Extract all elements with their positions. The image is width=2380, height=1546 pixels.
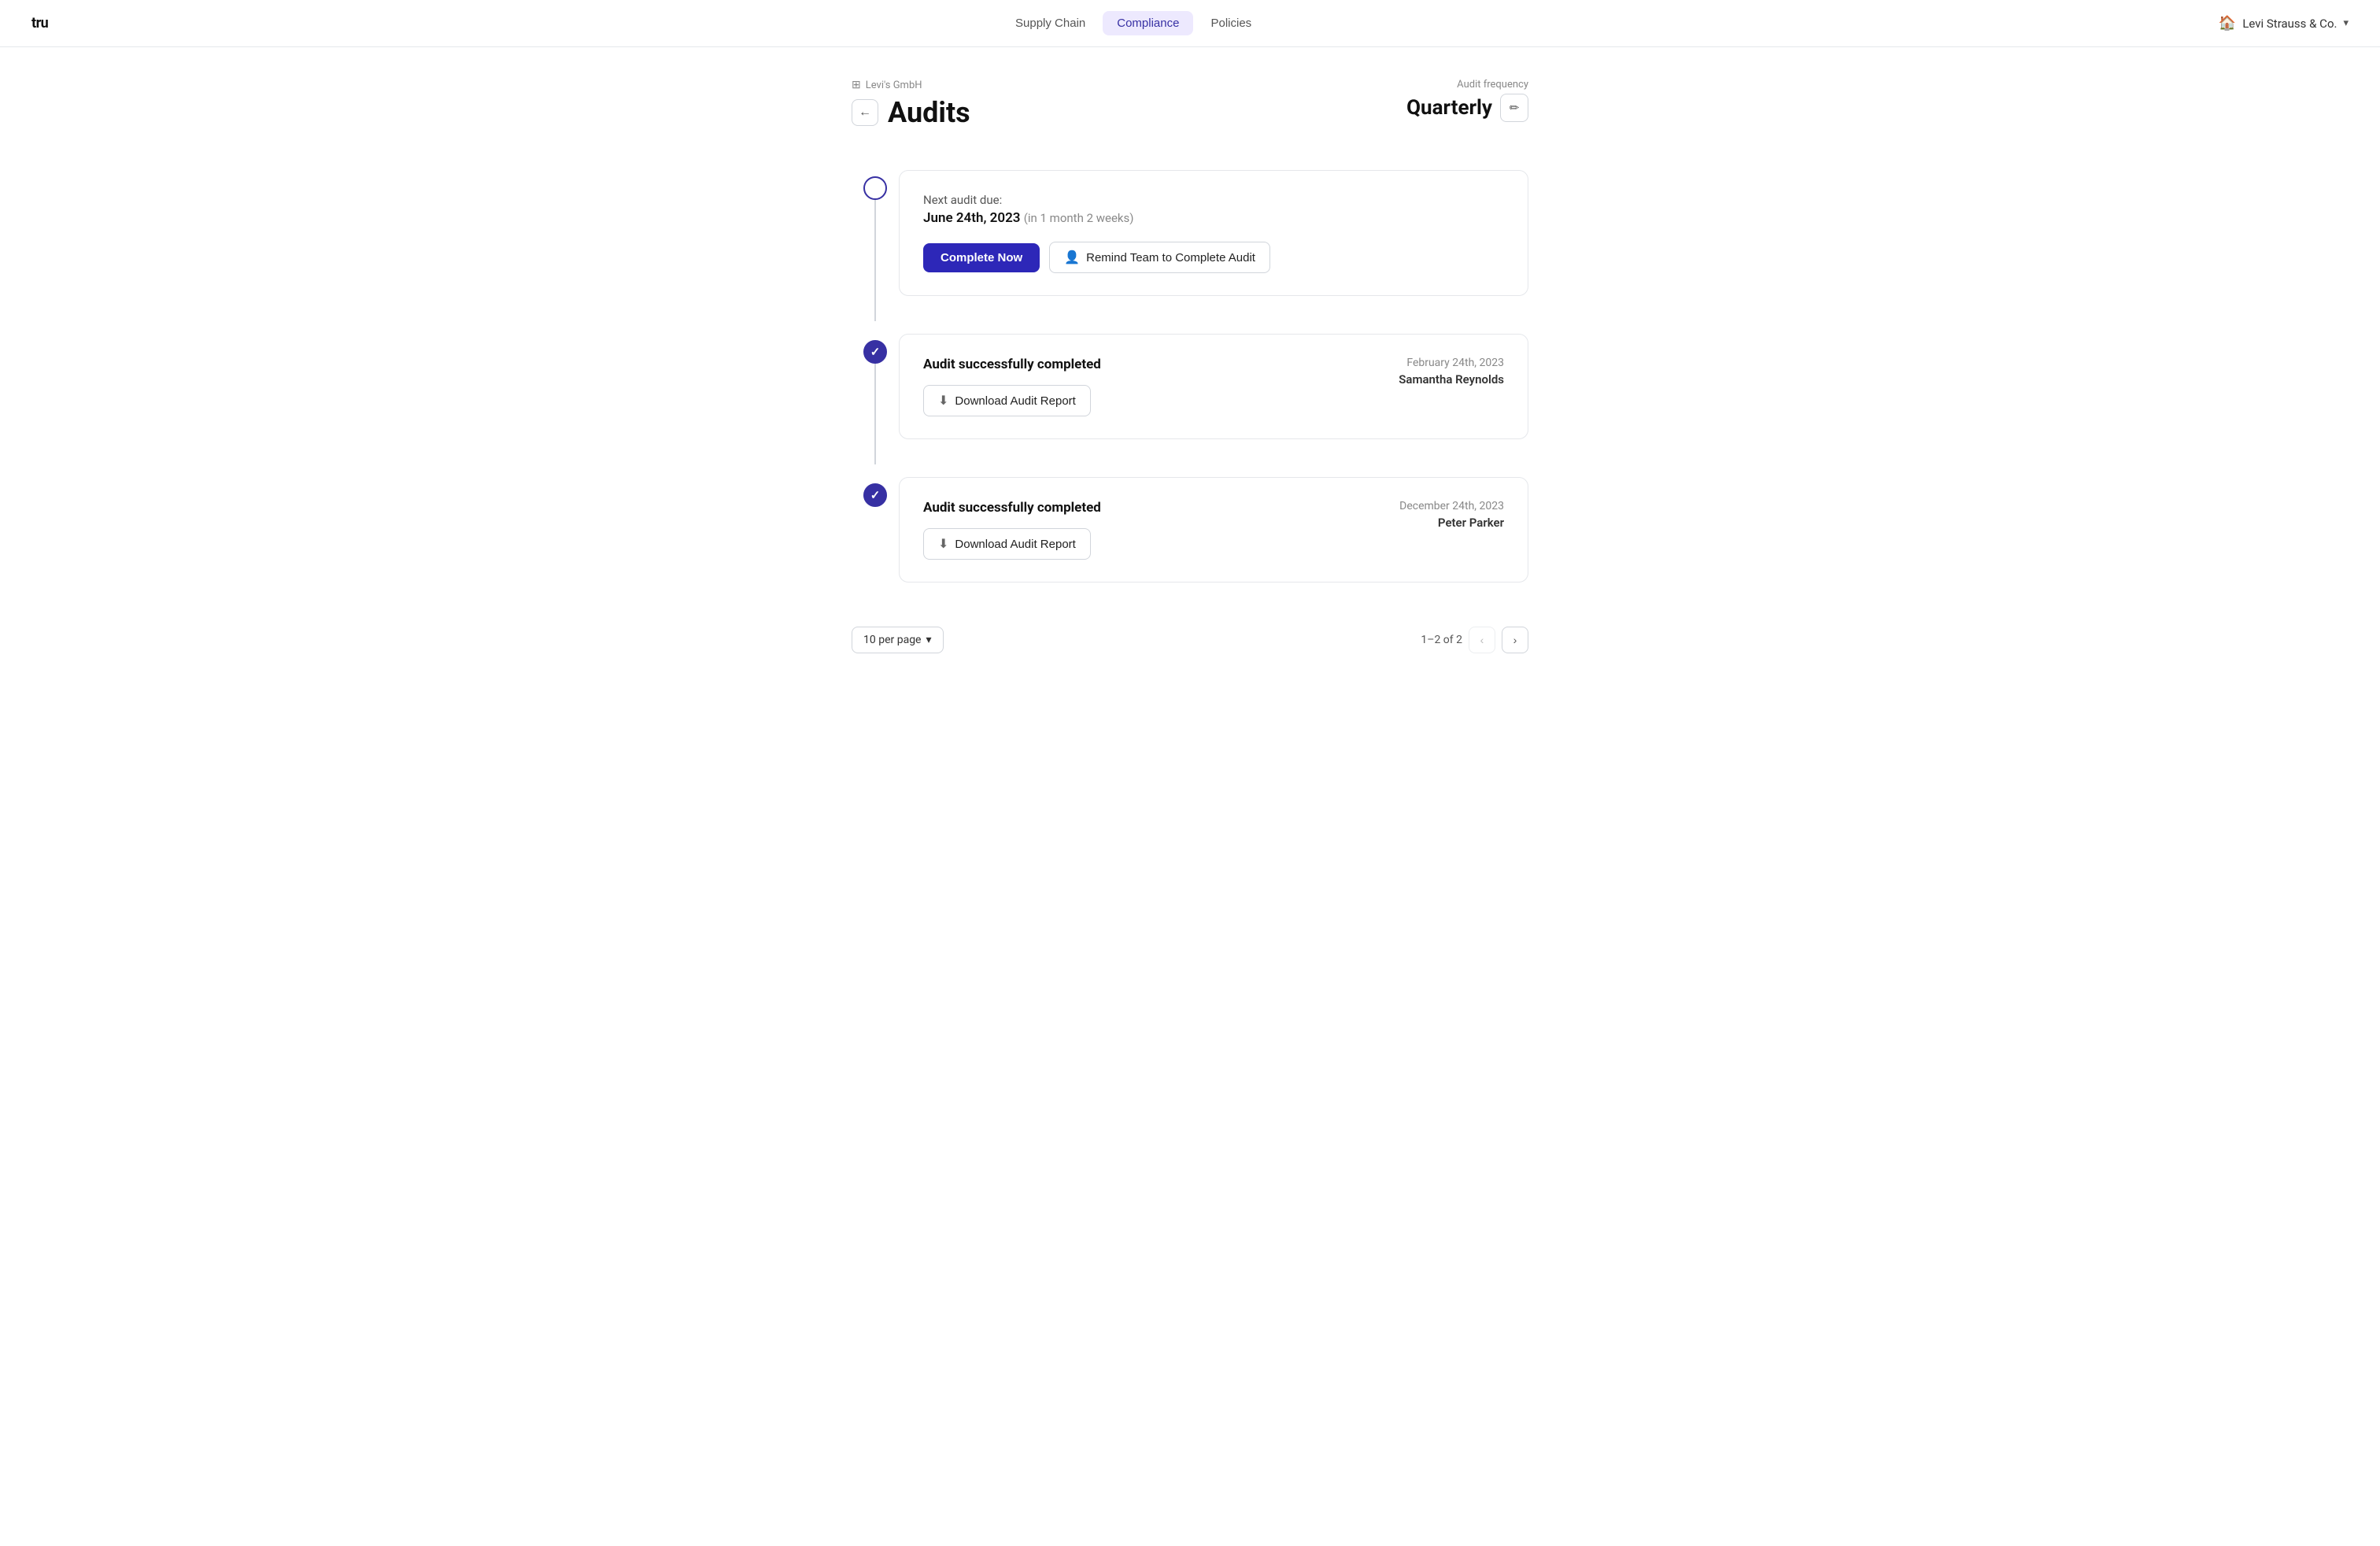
audit-2-user: Peter Parker <box>1399 516 1504 530</box>
timeline-entry-completed-2: ✓ Audit successfully completed ⬇ Downloa… <box>852 464 1528 608</box>
checkmark-icon-2: ✓ <box>870 488 881 502</box>
download-audit-1-label: Download Audit Report <box>955 394 1075 408</box>
building-icon: ⊞ <box>852 79 861 91</box>
nav-compliance[interactable]: Compliance <box>1103 11 1193 35</box>
download-audit-1-button[interactable]: ⬇ Download Audit Report <box>923 385 1091 416</box>
prev-icon: ‹ <box>1480 634 1484 646</box>
next-audit-label: Next audit due: <box>923 193 1504 207</box>
remind-team-label: Remind Team to Complete Audit <box>1086 251 1255 264</box>
per-page-select[interactable]: 10 per page ▾ <box>852 627 944 653</box>
checkmark-icon-1: ✓ <box>870 345 881 359</box>
audit-2-card: Audit successfully completed ⬇ Download … <box>899 477 1528 583</box>
remind-icon: 👤 <box>1064 250 1080 265</box>
audit-2-date: December 24th, 2023 <box>1399 500 1504 512</box>
audit-1-card-inner: Audit successfully completed ⬇ Download … <box>923 357 1504 416</box>
timeline-line-2 <box>874 364 876 464</box>
audit-2-card-wrapper: Audit successfully completed ⬇ Download … <box>899 464 1528 608</box>
next-audit-date-relative: (in 1 month 2 weeks) <box>1024 211 1134 225</box>
company-selector[interactable]: 🏠 Levi Strauss & Co. ▾ <box>2219 15 2349 31</box>
next-audit-date-text: June 24th, 2023 <box>923 210 1021 226</box>
next-audit-card-wrapper: Next audit due: June 24th, 2023 (in 1 mo… <box>899 157 1528 321</box>
timeline: Next audit due: June 24th, 2023 (in 1 mo… <box>852 157 1528 608</box>
timeline-dot-completed-1: ✓ <box>863 340 887 364</box>
audit-1-left: Audit successfully completed ⬇ Download … <box>923 357 1101 416</box>
pagination-next-button[interactable]: › <box>1502 627 1528 653</box>
audit-frequency-section: Audit frequency Quarterly ✏ <box>1406 79 1528 122</box>
audit-1-right: February 24th, 2023 Samantha Reynolds <box>1399 357 1504 386</box>
next-audit-actions: Complete Now 👤 Remind Team to Complete A… <box>923 242 1504 273</box>
timeline-entry-completed-1: ✓ Audit successfully completed ⬇ Downloa… <box>852 321 1528 464</box>
company-name: Levi Strauss & Co. <box>2242 17 2337 31</box>
complete-now-button[interactable]: Complete Now <box>923 243 1040 272</box>
house-icon: 🏠 <box>2219 15 2236 31</box>
audit-2-label: Audit successfully completed <box>923 500 1101 516</box>
audit-frequency-value: Quarterly <box>1406 96 1492 120</box>
download-icon-2: ⬇ <box>938 536 948 552</box>
audit-1-user: Samantha Reynolds <box>1399 372 1504 386</box>
download-audit-2-label: Download Audit Report <box>955 538 1075 551</box>
per-page-label: 10 per page <box>863 634 921 646</box>
page-title: Audits <box>888 96 970 129</box>
timeline-dot-completed-2: ✓ <box>863 483 887 507</box>
nav-policies[interactable]: Policies <box>1196 11 1266 35</box>
audit-1-label: Audit successfully completed <box>923 357 1101 372</box>
pagination-range: 1–2 of 2 <box>1421 634 1462 646</box>
page-title-section: ⊞ Levi's GmbH ← Audits <box>852 79 970 129</box>
audit-frequency-value-row: Quarterly ✏ <box>1406 94 1528 122</box>
timeline-dot-pending <box>863 176 887 200</box>
timeline-left-pending <box>852 157 899 321</box>
audit-2-card-inner: Audit successfully completed ⬇ Download … <box>923 500 1504 560</box>
title-row: ← Audits <box>852 96 970 129</box>
breadcrumb: ⊞ Levi's GmbH <box>852 79 970 91</box>
timeline-left-completed-2: ✓ <box>852 464 899 608</box>
main-nav: Supply Chain Compliance Policies <box>1001 11 1266 35</box>
timeline-left-completed-1: ✓ <box>852 321 899 464</box>
audit-1-date: February 24th, 2023 <box>1399 357 1504 369</box>
audit-2-left: Audit successfully completed ⬇ Download … <box>923 500 1101 560</box>
remind-team-button[interactable]: 👤 Remind Team to Complete Audit <box>1049 242 1270 273</box>
next-audit-date: June 24th, 2023 (in 1 month 2 weeks) <box>923 210 1504 226</box>
company-chevron-icon: ▾ <box>2343 17 2349 29</box>
nav-supply-chain[interactable]: Supply Chain <box>1001 11 1099 35</box>
header: tru Supply Chain Compliance Policies 🏠 L… <box>0 0 2380 47</box>
timeline-entry-pending: Next audit due: June 24th, 2023 (in 1 mo… <box>852 157 1528 321</box>
back-button[interactable]: ← <box>852 99 878 126</box>
next-audit-card: Next audit due: June 24th, 2023 (in 1 mo… <box>899 170 1528 296</box>
breadcrumb-text: Levi's GmbH <box>866 80 922 91</box>
download-icon-1: ⬇ <box>938 393 948 409</box>
per-page-chevron-icon: ▾ <box>926 634 931 646</box>
logo: tru <box>31 15 48 31</box>
page-header: ⊞ Levi's GmbH ← Audits Audit frequency Q… <box>852 79 1528 129</box>
next-icon: › <box>1513 634 1517 646</box>
audit-1-card-wrapper: Audit successfully completed ⬇ Download … <box>899 321 1528 464</box>
back-arrow-icon: ← <box>859 105 871 120</box>
edit-frequency-button[interactable]: ✏ <box>1500 94 1528 122</box>
audit-frequency-label: Audit frequency <box>1406 79 1528 91</box>
audit-2-right: December 24th, 2023 Peter Parker <box>1399 500 1504 530</box>
edit-icon: ✏ <box>1510 101 1520 115</box>
pagination: 10 per page ▾ 1–2 of 2 ‹ › <box>852 627 1528 653</box>
pagination-controls: 1–2 of 2 ‹ › <box>1421 627 1528 653</box>
download-audit-2-button[interactable]: ⬇ Download Audit Report <box>923 528 1091 560</box>
timeline-line-1 <box>874 200 876 321</box>
audit-1-card: Audit successfully completed ⬇ Download … <box>899 334 1528 439</box>
main-content: ⊞ Levi's GmbH ← Audits Audit frequency Q… <box>836 47 1544 701</box>
pagination-prev-button[interactable]: ‹ <box>1469 627 1495 653</box>
